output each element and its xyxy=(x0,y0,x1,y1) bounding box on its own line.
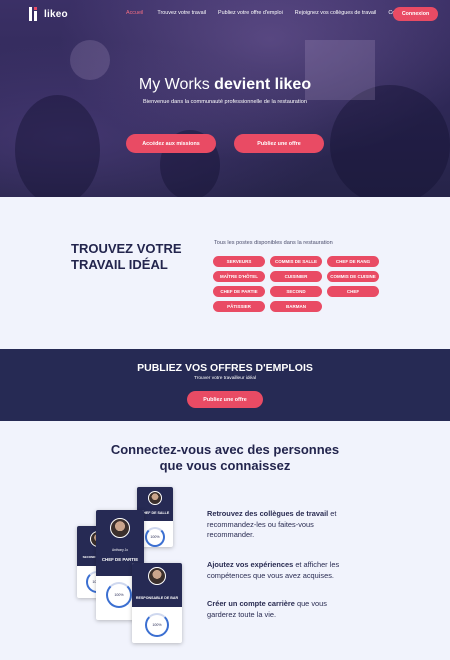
jobs-title: TROUVEZ VOTRE TRAVAIL IDÉAL xyxy=(71,241,182,272)
job-tag[interactable]: SERVEURS xyxy=(213,256,265,267)
card-score: 100% xyxy=(106,582,132,608)
job-tag[interactable]: SECOND xyxy=(270,286,322,297)
feature-career-account: Créer un compte carrière que vous garder… xyxy=(207,599,327,619)
avatar xyxy=(110,518,130,538)
nav-link-accueil[interactable]: Accueil xyxy=(126,10,143,16)
job-tag[interactable]: BARMAN xyxy=(270,301,322,312)
hero-subtitle: Bienvenue dans la communauté professionn… xyxy=(143,99,307,105)
nav-link-publiez[interactable]: Publiez votre offre d'emploi xyxy=(218,10,283,16)
connect-title: Connectez-vous avec des personnes que vo… xyxy=(110,442,340,473)
avatar xyxy=(148,567,166,585)
job-tag[interactable]: CHEF DE RANG xyxy=(327,256,379,267)
logo-text: likeo xyxy=(44,8,68,20)
nav-links: Accueil Trouvez votre travail Publiez vo… xyxy=(126,10,407,16)
nav-link-rejoignez[interactable]: Rejoignez vos collègues de travail xyxy=(295,10,377,16)
hero-title: My Works devient likeo xyxy=(138,76,312,93)
missions-button[interactable]: Accédez aux missions xyxy=(126,134,216,153)
job-tag[interactable]: CUISINIER xyxy=(270,271,322,282)
publish-offer-button-2[interactable]: Publiez une offre xyxy=(187,391,263,408)
feature-experiences: Ajoutez vos expériences et afficher les … xyxy=(207,560,340,580)
jobs-subtitle: Tous les postes disponibles dans la rest… xyxy=(214,240,333,246)
login-button[interactable]: Connexion xyxy=(393,7,438,21)
publish-subtitle: Trouver votre travailleur idéal xyxy=(194,376,256,381)
jobs-section: TROUVEZ VOTRE TRAVAIL IDÉAL Tous les pos… xyxy=(0,197,450,349)
job-tag[interactable]: PÂTISSIER xyxy=(213,301,265,312)
job-tag[interactable]: MAÎTRE D'HÔTEL xyxy=(213,271,265,282)
profile-card: RESPONSABLE DE BAR 100% xyxy=(132,563,182,643)
card-role: CHEF DE PARTIE xyxy=(101,557,139,562)
logo-icon xyxy=(29,7,40,21)
job-tag[interactable]: COMMIS DE CUISINE xyxy=(327,271,379,282)
hero-photo-lamp xyxy=(70,40,110,80)
hero-photo-silhouette xyxy=(15,95,100,197)
job-tag[interactable]: CHEF xyxy=(327,286,379,297)
top-navbar: likeo Accueil Trouvez votre travail Publ… xyxy=(0,0,450,30)
publish-offer-button[interactable]: Publiez une offre xyxy=(234,134,324,153)
job-tag[interactable]: COMMIS DE SALLE xyxy=(270,256,322,267)
avatar xyxy=(148,491,162,505)
card-role: RESPONSABLE DE BAR xyxy=(135,596,179,600)
card-score: 100% xyxy=(145,527,165,547)
logo[interactable]: likeo xyxy=(29,7,68,21)
publish-section: PUBLIEZ VOS OFFRES D'EMPLOIS Trouver vot… xyxy=(0,349,450,421)
card-name: Anthony Jo xyxy=(112,548,128,552)
connect-section: Connectez-vous avec des personnes que vo… xyxy=(0,421,450,660)
feature-colleagues: Retrouvez des collègues de travail et re… xyxy=(207,509,337,539)
publish-title: PUBLIEZ VOS OFFRES D'EMPLOIS xyxy=(137,362,313,374)
job-tag[interactable]: CHEF DE PARTIE xyxy=(213,286,265,297)
card-score: 100% xyxy=(145,613,169,637)
nav-link-trouvez[interactable]: Trouvez votre travail xyxy=(157,10,206,16)
